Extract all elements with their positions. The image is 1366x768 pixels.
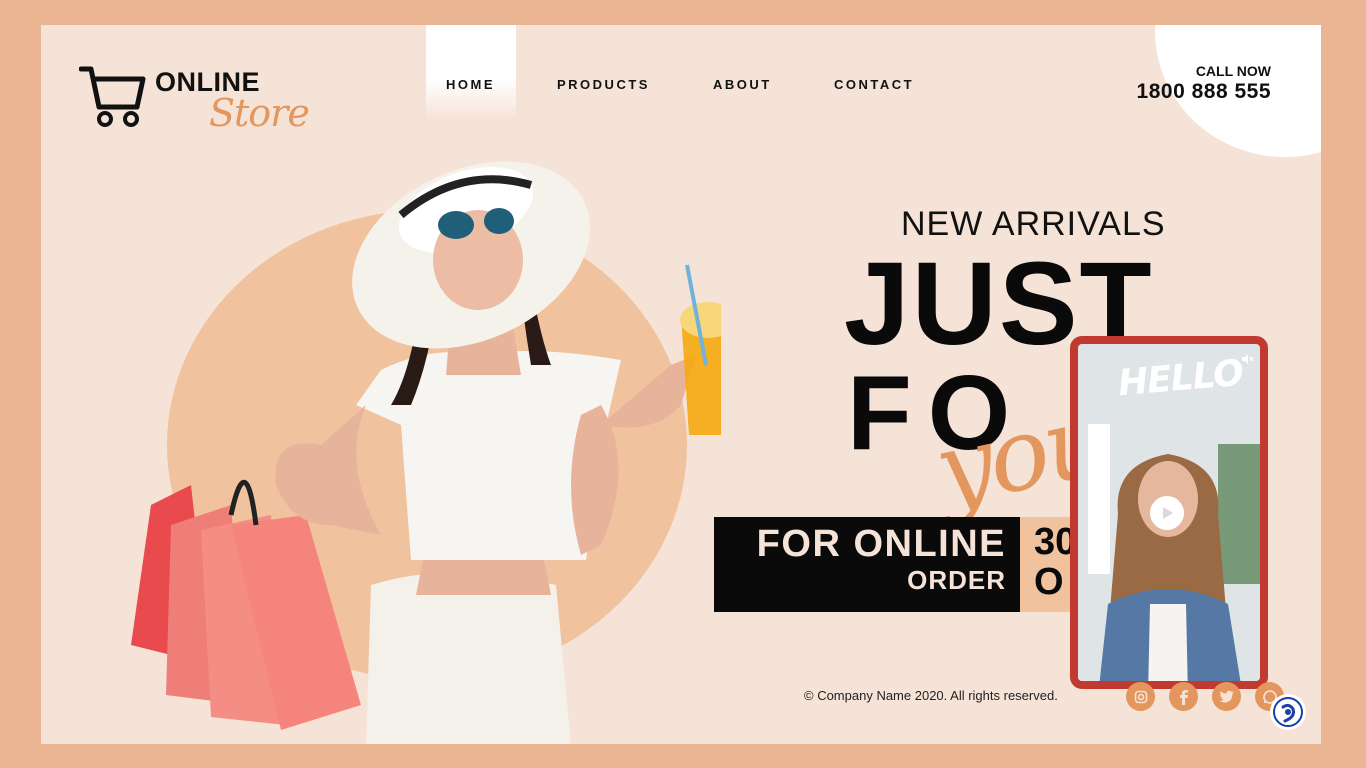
play-button[interactable]	[1150, 496, 1184, 530]
video-thumbnail	[1078, 404, 1260, 681]
accessibility-widget[interactable]	[1270, 694, 1306, 730]
phone-number[interactable]: 1800 888 555	[1137, 80, 1271, 104]
call-now[interactable]: CALL NOW 1800 888 555	[1137, 63, 1271, 104]
hero-model-image	[131, 161, 721, 744]
nav-home[interactable]: HOME	[446, 77, 495, 92]
twitter-icon[interactable]	[1212, 682, 1241, 711]
promo-box: FOR ONLINE ORDER	[714, 517, 1020, 612]
nav-contact[interactable]: CONTACT	[834, 77, 914, 92]
video-caption: HELLO	[1116, 352, 1245, 405]
video-widget[interactable]: HELLO	[1070, 336, 1268, 689]
nav-about[interactable]: ABOUT	[713, 77, 772, 92]
nav-products[interactable]: PRODUCTS	[557, 77, 650, 92]
promo-line2: ORDER	[907, 564, 1006, 595]
copyright-text: © Company Name 2020. All rights reserved…	[804, 688, 1058, 703]
instagram-icon[interactable]	[1126, 682, 1155, 711]
landing-page: ONLINE Store HOME PRODUCTS ABOUT CONTACT…	[41, 25, 1321, 744]
call-label: CALL NOW	[1195, 63, 1271, 79]
play-icon	[1163, 507, 1173, 519]
accessibility-icon	[1273, 697, 1303, 727]
social-links	[1126, 682, 1284, 711]
facebook-icon[interactable]	[1169, 682, 1198, 711]
mute-icon[interactable]	[1240, 352, 1254, 366]
promo-line1: FOR ONLINE	[756, 523, 1006, 565]
